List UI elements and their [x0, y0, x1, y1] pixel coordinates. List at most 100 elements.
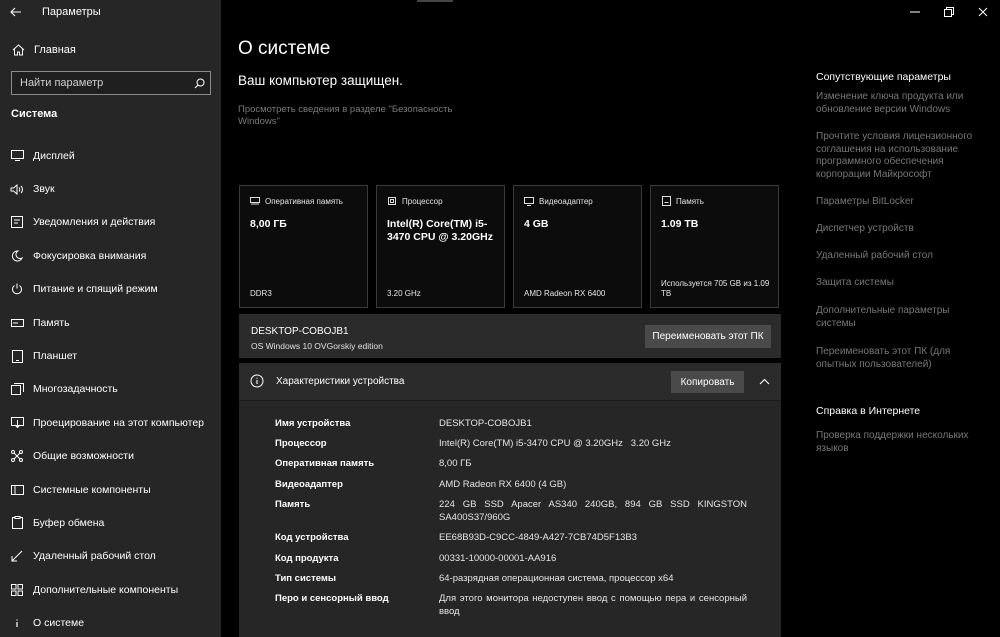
sidebar-item-label: О системе: [33, 617, 85, 630]
disk-icon: [661, 196, 671, 206]
sidebar-item-multitasking[interactable]: Многозадачность: [0, 373, 221, 406]
card-label: Видеоадаптер: [539, 196, 593, 206]
sidebar-item-label: Планшет: [33, 350, 78, 363]
spec-key: Память: [275, 499, 311, 510]
sidebar-item-clipboard[interactable]: Буфер обмена: [0, 506, 221, 539]
multitask-icon: [9, 383, 25, 396]
minimize-button[interactable]: [898, 0, 932, 24]
related-link[interactable]: Защита системы: [816, 277, 986, 290]
sidebar-item-projecting[interactable]: Проецирование на этот компьютер: [0, 406, 221, 439]
cpu-icon: [387, 196, 397, 206]
card-footer: Используется 705 GB из 1.09 TB: [661, 279, 770, 298]
chevron-up-icon[interactable]: [757, 374, 771, 388]
spec-row: Память 224 GB SSD Apacer AS340 240GB, 894…: [275, 499, 775, 524]
minimize-icon: [910, 11, 920, 13]
sidebar-item-tablet[interactable]: Планшет: [0, 339, 221, 372]
home-icon: [10, 44, 26, 56]
sidebar-item-shared[interactable]: Общие возможности: [0, 440, 221, 473]
spec-value: 8,00 ГБ: [439, 458, 472, 469]
close-button[interactable]: [966, 0, 1000, 24]
device-specs-header[interactable]: Характеристики устройства Копировать: [239, 363, 781, 401]
spec-value: Intel(R) Core(TM) i5-3470 CPU @ 3.20GHz …: [439, 438, 671, 449]
sidebar-item-optional-features[interactable]: Дополнительные компоненты: [0, 573, 221, 606]
spec-value: 224 GB SSD Apacer AS340 240GB, 894 GB SS…: [439, 499, 747, 523]
sidebar: Параметры Главная Система Дисплей Звук У…: [0, 0, 221, 637]
card-footer: 3.20 GHz: [387, 289, 421, 298]
sidebar-item-remote-desktop[interactable]: Удаленный рабочий стол: [0, 540, 221, 573]
sidebar-item-sound[interactable]: Звук: [0, 172, 221, 205]
related-link[interactable]: Диспетчер устройств: [816, 223, 986, 236]
rename-pc-button[interactable]: Переименовать этот ПК: [645, 325, 771, 348]
card-label: Процессор: [402, 196, 443, 206]
restore-icon: [944, 7, 954, 17]
speaker-icon: [9, 183, 25, 195]
search-input[interactable]: [12, 77, 188, 89]
related-link[interactable]: Дополнительные параметры системы: [816, 305, 986, 330]
arrow-left-icon: [10, 7, 21, 17]
card-label: Память: [676, 196, 704, 206]
related-link[interactable]: Изменение ключа продукта или обновление …: [816, 91, 986, 116]
sidebar-item-storage[interactable]: Память: [0, 306, 221, 339]
window-controls: [898, 0, 1000, 24]
sidebar-item-label: Системные компоненты: [33, 483, 151, 496]
device-specs-title: Характеристики устройства: [276, 376, 405, 387]
related-link[interactable]: Прочтите условия лицензионного соглашени…: [816, 131, 986, 181]
pc-name: DESKTOP-COBOJB1: [251, 326, 349, 337]
copy-button[interactable]: Копировать: [671, 371, 744, 393]
os-edition: OS Windows 10 OVGorskiy edition: [251, 341, 383, 351]
card-label: Оперативная память: [265, 196, 343, 206]
sidebar-item-label: Дисплей: [33, 149, 75, 162]
related-settings-title: Сопутствующие параметры: [816, 71, 951, 83]
card-value: 8,00 ГБ: [250, 218, 287, 230]
protection-status: Ваш компьютер защищен.: [238, 73, 403, 88]
monitor-icon: [9, 150, 25, 162]
spec-key: Код продукта: [275, 553, 339, 564]
spec-value: EE68B93D-C9CC-4849-A427-7CB74D5F13B3: [439, 532, 638, 543]
spec-row: Процессор Intel(R) Core(TM) i5-3470 CPU @…: [275, 438, 775, 451]
sidebar-item-label: Питание и спящий режим: [33, 283, 158, 296]
search-icon[interactable]: [188, 78, 210, 89]
spec-row: Код устройства EE68B93D-C9CC-4849-A427-7C…: [275, 532, 775, 545]
spec-row: Имя устройства DESKTOP-COBOJB1: [275, 418, 775, 431]
spec-key: Тип системы: [275, 573, 337, 584]
related-link[interactable]: Удаленный рабочий стол: [816, 250, 986, 263]
sidebar-item-label: Звук: [33, 183, 55, 196]
storage-icon: [9, 318, 25, 327]
info-icon: [9, 617, 25, 629]
related-link[interactable]: Переименовать этот ПК (для опытных польз…: [816, 346, 986, 371]
spec-row: Тип системы 64-разрядная операционная сис…: [275, 573, 775, 586]
sidebar-item-label: Проецирование на этот компьютер: [33, 416, 204, 429]
sidebar-item-label: Фокусировка внимания: [33, 249, 147, 262]
tablet-icon: [9, 349, 25, 363]
security-link[interactable]: Просмотреть сведения в разделе "Безопасн…: [238, 104, 478, 128]
card-footer: DDR3: [250, 289, 272, 298]
help-link[interactable]: Проверка поддержки нескольких языков: [816, 430, 986, 455]
device-specs-body: Имя устройства DESKTOP-COBOJB1 Процессор I…: [239, 401, 781, 637]
clipboard-icon: [9, 516, 25, 530]
sidebar-item-display[interactable]: Дисплей: [0, 139, 221, 172]
sidebar-item-power[interactable]: Питание и спящий режим: [0, 273, 221, 306]
notification-icon: [9, 216, 25, 229]
spec-row: Перо и сенсорный ввод Для этого монитора …: [275, 593, 775, 618]
spec-row: Видеоадаптер AMD Radeon RX 6400 (4 GB): [275, 479, 775, 492]
maximize-button[interactable]: [932, 0, 966, 24]
sidebar-item-about[interactable]: О системе: [0, 606, 221, 637]
spec-key: Имя устройства: [275, 418, 351, 429]
spec-value: AMD Radeon RX 6400 (4 GB): [439, 479, 567, 490]
sidebar-item-notifications[interactable]: Уведомления и действия: [0, 206, 221, 239]
online-help-title: Справка в Интернете: [816, 405, 921, 417]
sidebar-item-label: Многозадачность: [33, 383, 118, 396]
related-link[interactable]: Параметры BitLocker: [816, 196, 986, 209]
moon-icon: [9, 250, 25, 262]
app-title: Параметры: [42, 6, 101, 18]
spec-value: 64-разрядная операционная система, проце…: [439, 573, 674, 584]
back-button[interactable]: [0, 0, 32, 24]
sidebar-section-title: Система: [11, 108, 58, 120]
sidebar-home[interactable]: Главная: [0, 38, 221, 62]
sidebar-item-label: Удаленный рабочий стол: [33, 550, 156, 563]
ram-icon: [250, 196, 260, 206]
spec-value: Для этого монитора недоступен ввод с пом…: [439, 593, 747, 617]
sidebar-item-components[interactable]: Системные компоненты: [0, 473, 221, 506]
card-storage: Память 1.09 TB Используется 705 GB из 1.…: [650, 185, 779, 308]
sidebar-item-focus[interactable]: Фокусировка внимания: [0, 239, 221, 272]
